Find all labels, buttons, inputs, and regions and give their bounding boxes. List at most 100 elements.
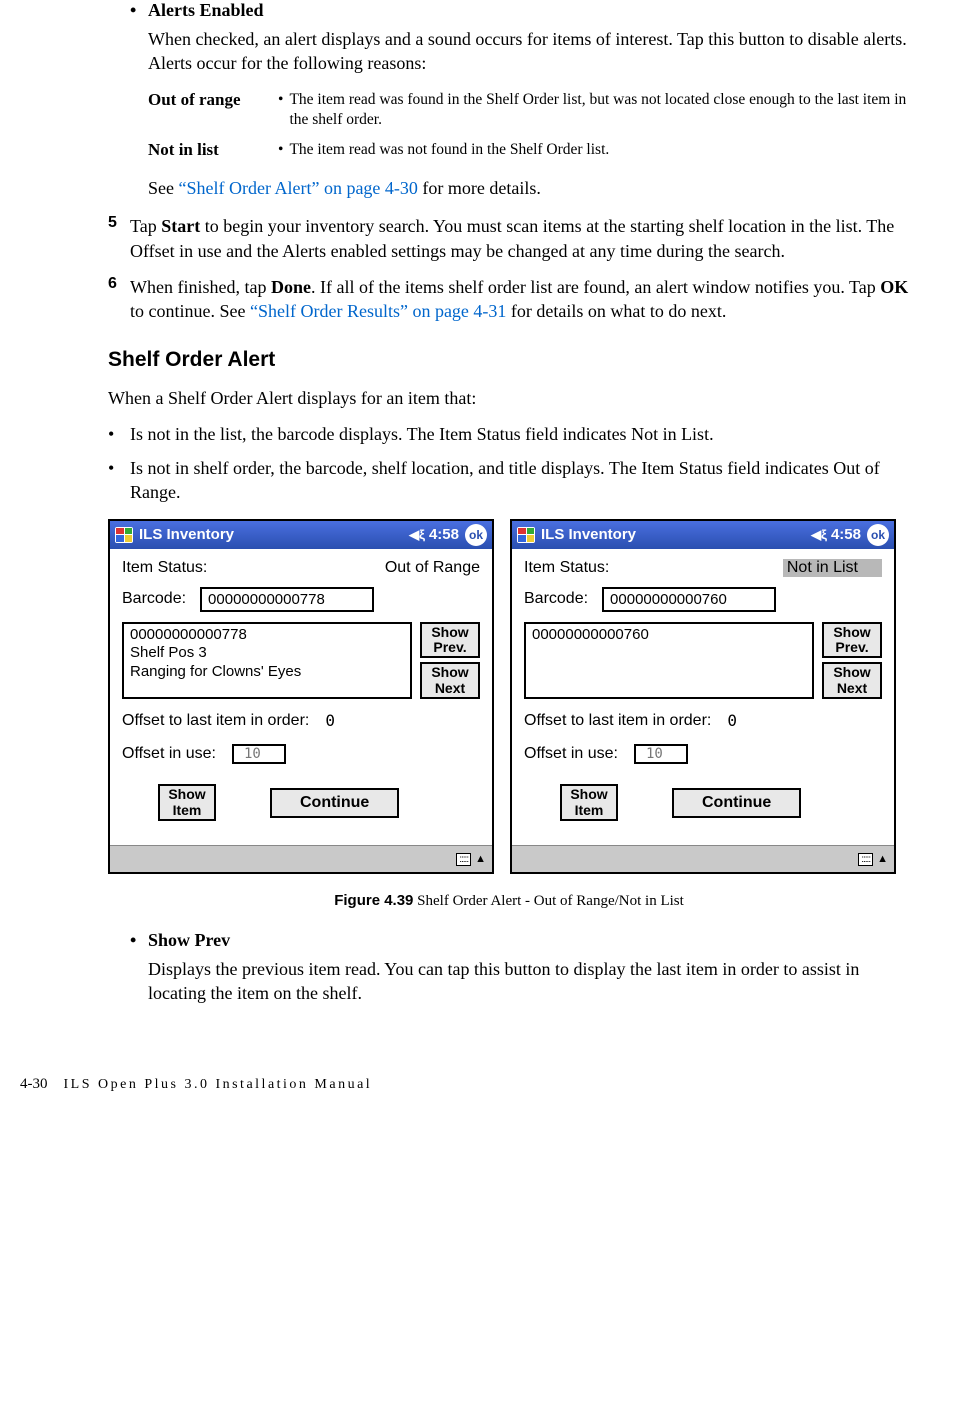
titlebar: ILS Inventory ◀ξ 4:58 ok xyxy=(110,521,492,549)
step-body: Tap Start to begin your inventory search… xyxy=(130,214,910,263)
arrow-up-icon[interactable]: ▲ xyxy=(877,853,888,865)
list-text: Is not in shelf order, the barcode, shel… xyxy=(130,456,910,505)
see-more-para: See “Shelf Order Alert” on page 4-30 for… xyxy=(148,176,910,200)
barcode-field[interactable]: 00000000000778 xyxy=(200,587,374,612)
text: When finished, tap xyxy=(130,277,271,297)
step-5: 5 Tap Start to begin your inventory sear… xyxy=(130,214,910,263)
offset-inuse-field[interactable]: 10 xyxy=(634,744,688,764)
alerts-enabled-heading: Alerts Enabled xyxy=(148,0,264,21)
barcode-label: Barcode: xyxy=(524,590,588,608)
start-keyword: Start xyxy=(161,216,200,236)
offset-last-row: Offset to last item in order: 0 xyxy=(122,711,480,730)
barcode-row: Barcode: 00000000000778 xyxy=(122,587,480,612)
text: to begin your inventory search. You must… xyxy=(130,216,894,260)
item-status-label: Item Status: xyxy=(122,559,207,577)
text: See xyxy=(148,178,179,198)
alert-desc: • The item read was not found in the She… xyxy=(278,140,609,160)
bullet-dot-icon: • xyxy=(278,90,283,130)
page-number: 4-30 xyxy=(20,1076,48,1093)
offset-last-row: Offset to last item in order: 0 xyxy=(524,711,882,730)
page-footer: 4-30 ILS Open Plus 3.0 Installation Manu… xyxy=(20,1076,910,1093)
titlebar: ILS Inventory ◀ξ 4:58 ok xyxy=(512,521,894,549)
bullet-dot-icon: • xyxy=(108,422,130,446)
screenshot-not-in-list: ILS Inventory ◀ξ 4:58 ok Item Status: No… xyxy=(510,519,896,874)
show-prev-para: Displays the previous item read. You can… xyxy=(148,957,910,1006)
step-number: 6 xyxy=(108,275,130,324)
volume-icon[interactable]: ◀ξ xyxy=(811,527,827,543)
show-prev-button[interactable]: Show Prev. xyxy=(420,622,480,659)
taskbar: ::::: ▲ xyxy=(512,845,894,872)
show-prev-button[interactable]: Show Prev. xyxy=(822,622,882,659)
windows-logo-icon[interactable] xyxy=(115,527,133,543)
detail-line: Shelf Pos 3 xyxy=(130,644,404,663)
show-next-button[interactable]: Show Next xyxy=(822,662,882,699)
alert-desc-text: The item read was not found in the Shelf… xyxy=(289,140,609,160)
list-item-out-of-range: • Is not in shelf order, the barcode, sh… xyxy=(108,456,910,505)
shelf-order-alert-heading: Shelf Order Alert xyxy=(108,348,910,372)
ok-button[interactable]: ok xyxy=(465,524,487,546)
step-6: 6 When finished, tap Done. If all of the… xyxy=(130,275,910,324)
footer-title: ILS Open Plus 3.0 Installation Manual xyxy=(64,1077,373,1093)
offset-inuse-row: Offset in use: 10 xyxy=(524,744,882,764)
list-item-not-in-list: • Is not in the list, the barcode displa… xyxy=(108,422,910,446)
text: for more details. xyxy=(418,178,541,198)
screenshot-pair: ILS Inventory ◀ξ 4:58 ok Item Status: Ou… xyxy=(108,519,910,874)
list-text: Is not in the list, the barcode displays… xyxy=(130,422,714,446)
alert-reason-table: Out of range • The item read was found i… xyxy=(148,90,910,160)
item-status-value: Out of Range xyxy=(385,559,480,577)
item-status-label: Item Status: xyxy=(524,559,609,577)
keyboard-icon[interactable]: ::::: xyxy=(456,853,471,866)
keyboard-icon[interactable]: ::::: xyxy=(858,853,873,866)
alert-term: Not in list xyxy=(148,140,278,160)
offset-inuse-row: Offset in use: 10 xyxy=(122,744,480,764)
step-body: When finished, tap Done. If all of the i… xyxy=(130,275,910,324)
arrow-up-icon[interactable]: ▲ xyxy=(475,853,486,865)
text: for details on what to do next. xyxy=(506,301,726,321)
bullet-dot-icon: • xyxy=(130,930,148,951)
bullet-dot-icon: • xyxy=(130,0,148,21)
show-next-button[interactable]: Show Next xyxy=(420,662,480,699)
alerts-enabled-para: When checked, an alert displays and a so… xyxy=(148,27,910,76)
item-status-row: Item Status: Out of Range xyxy=(122,559,480,577)
shelf-order-results-link[interactable]: “Shelf Order Results” on page 4-31 xyxy=(250,301,506,321)
step-number: 5 xyxy=(108,214,130,263)
ok-button[interactable]: ok xyxy=(867,524,889,546)
continue-button[interactable]: Continue xyxy=(270,788,399,818)
barcode-label: Barcode: xyxy=(122,590,186,608)
barcode-row: Barcode: 00000000000760 xyxy=(524,587,882,612)
text: . If all of the items shelf order list a… xyxy=(311,277,880,297)
figure-caption: Figure 4.39 Shelf Order Alert - Out of R… xyxy=(108,892,910,910)
screenshot-out-of-range: ILS Inventory ◀ξ 4:58 ok Item Status: Ou… xyxy=(108,519,494,874)
show-item-button[interactable]: Show Item xyxy=(158,784,216,821)
barcode-field[interactable]: 00000000000760 xyxy=(602,587,776,612)
item-status-row: Item Status: Not in List xyxy=(524,559,882,577)
clock: 4:58 xyxy=(429,526,459,543)
offset-last-label: Offset to last item in order: xyxy=(122,712,309,730)
alert-term: Out of range xyxy=(148,90,278,130)
detail-line: 00000000000778 xyxy=(130,626,404,645)
volume-icon[interactable]: ◀ξ xyxy=(409,527,425,543)
alert-row-out-of-range: Out of range • The item read was found i… xyxy=(148,90,910,130)
alert-desc-text: The item read was found in the Shelf Ord… xyxy=(289,90,910,130)
show-prev-heading: Show Prev xyxy=(148,930,230,951)
ok-keyword: OK xyxy=(880,277,908,297)
offset-inuse-label: Offset in use: xyxy=(122,745,216,763)
item-details-box: 00000000000760 xyxy=(524,622,814,700)
offset-inuse-field[interactable]: 10 xyxy=(232,744,286,764)
taskbar: ::::: ▲ xyxy=(110,845,492,872)
windows-logo-icon[interactable] xyxy=(517,527,535,543)
section-intro: When a Shelf Order Alert displays for an… xyxy=(108,386,910,410)
item-details-box: 00000000000778 Shelf Pos 3 Ranging for C… xyxy=(122,622,412,700)
offset-inuse-label: Offset in use: xyxy=(524,745,618,763)
continue-button[interactable]: Continue xyxy=(672,788,801,818)
done-keyword: Done xyxy=(271,277,311,297)
text: Tap xyxy=(130,216,161,236)
detail-line: Ranging for Clowns' Eyes xyxy=(130,663,404,682)
shelf-order-alert-link[interactable]: “Shelf Order Alert” on page 4-30 xyxy=(179,178,418,198)
offset-last-value: 0 xyxy=(325,711,335,730)
figure-text: Shelf Order Alert - Out of Range/Not in … xyxy=(413,893,683,909)
show-prev-bullet: • Show Prev xyxy=(130,930,910,951)
show-item-button[interactable]: Show Item xyxy=(560,784,618,821)
text: to continue. See xyxy=(130,301,250,321)
app-title: ILS Inventory xyxy=(541,526,811,543)
